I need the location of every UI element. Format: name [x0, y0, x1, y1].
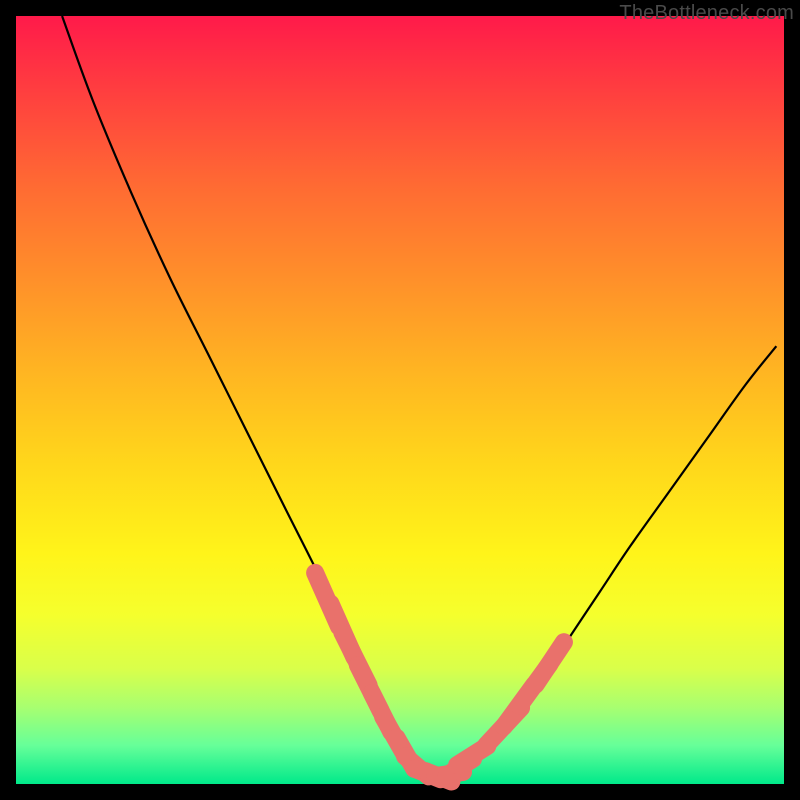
bottleneck-curve [62, 16, 776, 777]
watermark-text: TheBottleneck.com [619, 2, 794, 25]
plot-area [16, 16, 784, 784]
curve-layer [16, 16, 784, 784]
chart-frame: TheBottleneck.com [0, 0, 800, 800]
curve-marker [523, 630, 576, 697]
curve-markers [303, 561, 576, 793]
